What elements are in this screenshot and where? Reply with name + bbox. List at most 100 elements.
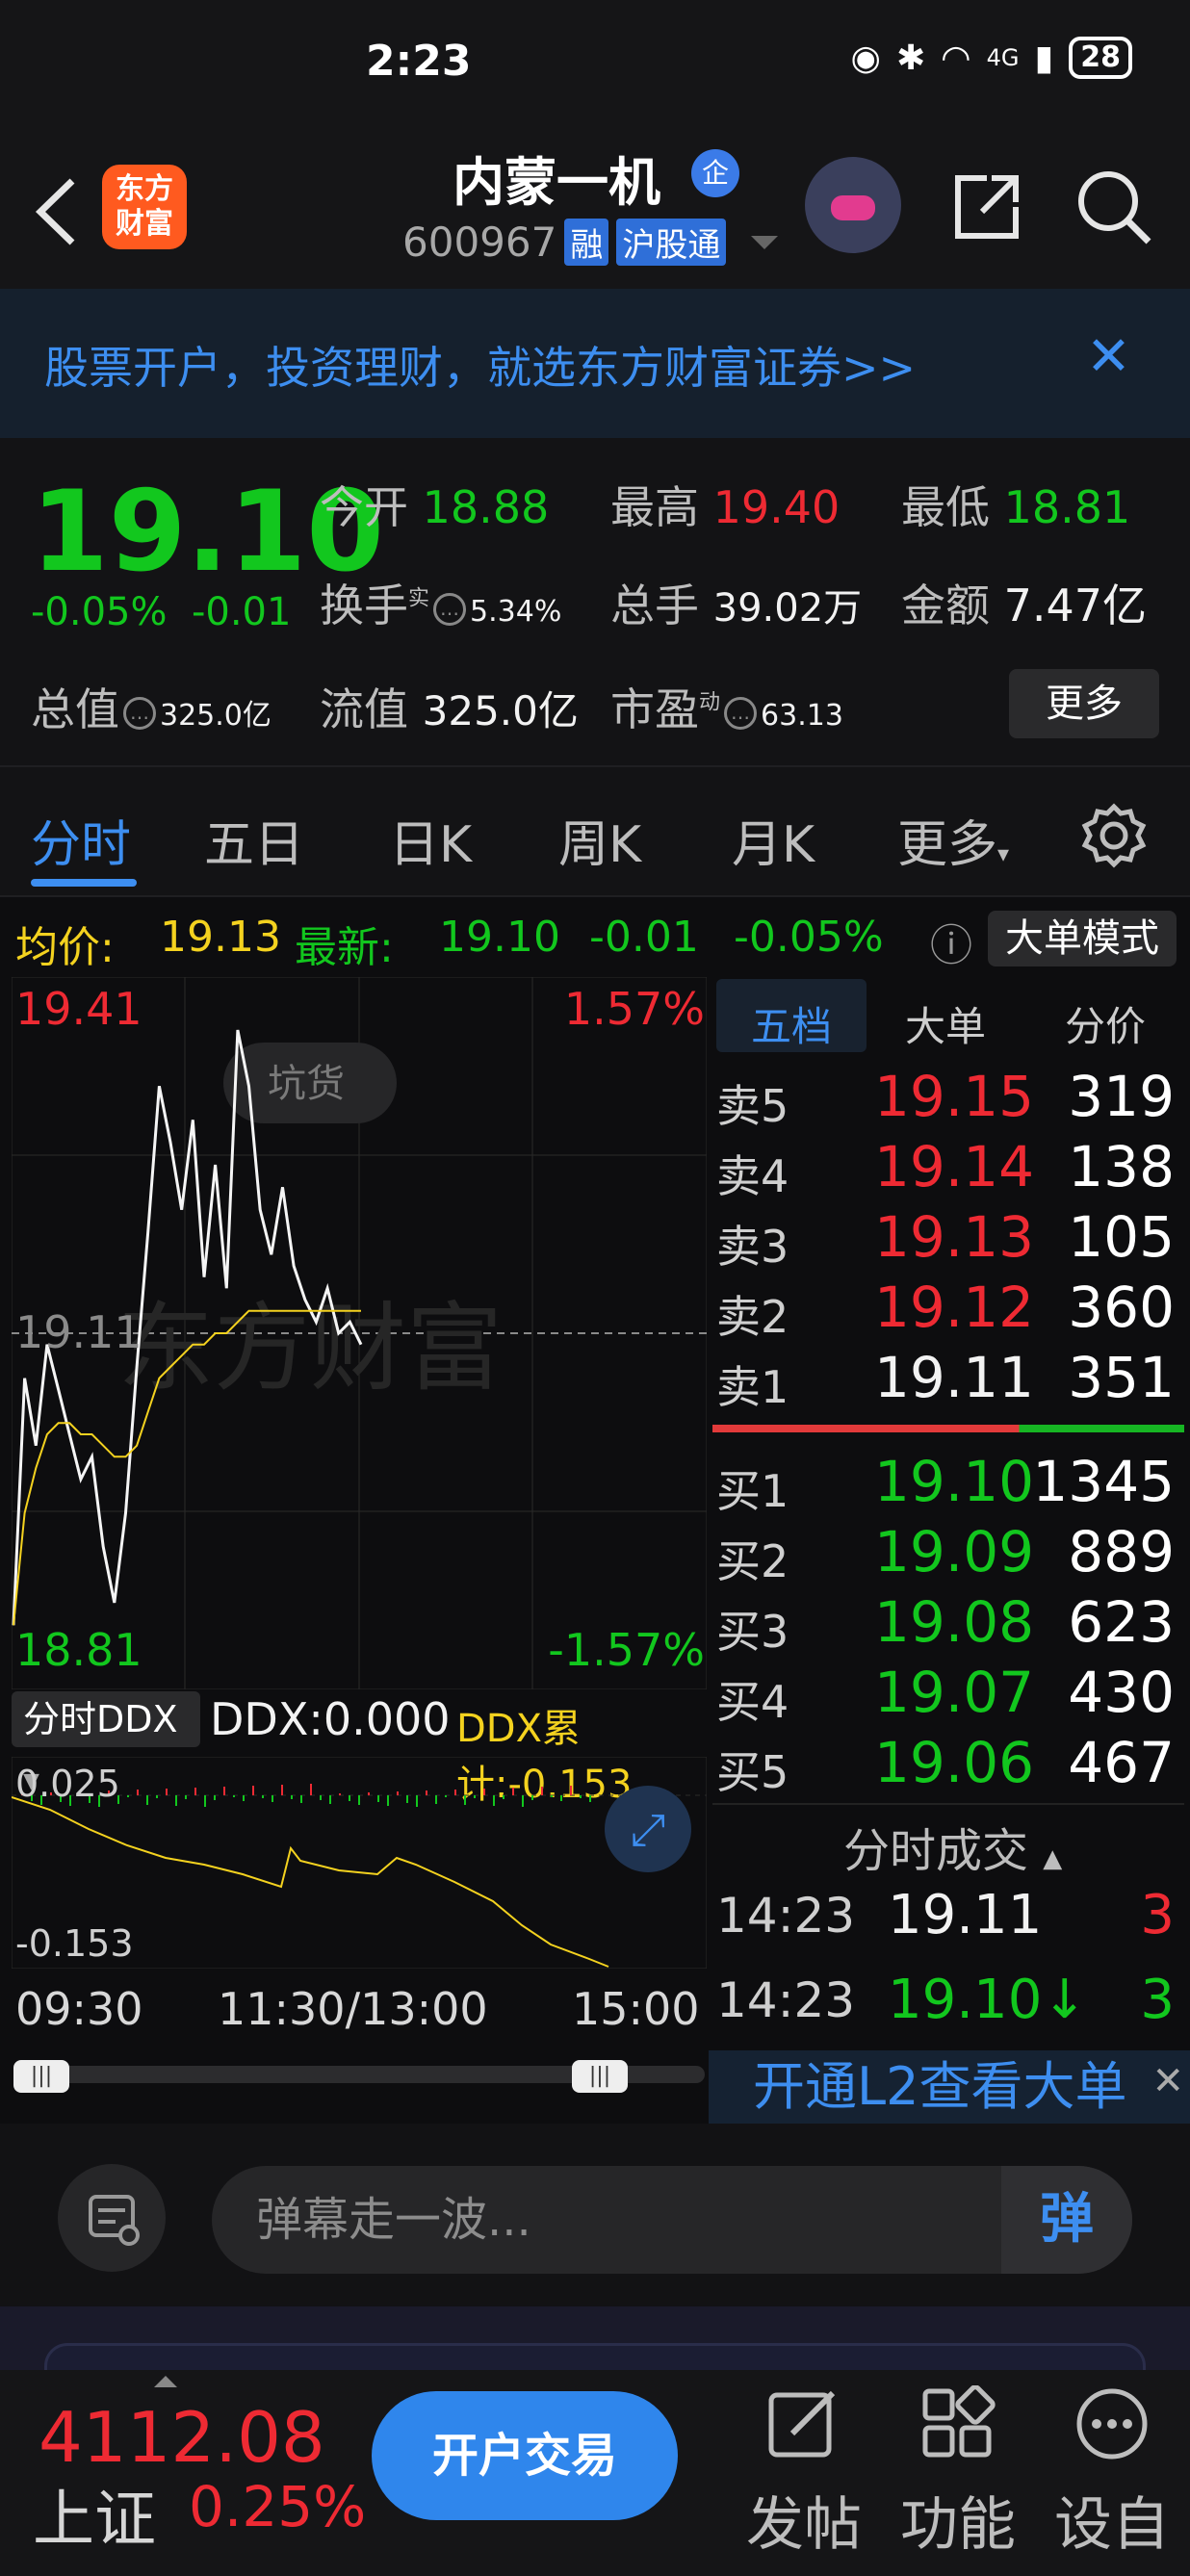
ddx-bar xyxy=(310,1784,312,1795)
ask-row-1[interactable]: 卖1 19.11 351 xyxy=(712,1345,1184,1413)
latest-value: 19.10 xyxy=(439,913,560,962)
big-order-mode-button[interactable]: 大单模式 xyxy=(988,911,1177,966)
stock-code-line[interactable]: 600967 融沪股通 xyxy=(402,219,727,266)
y-axis-mid: 19.11 xyxy=(15,1306,142,1358)
trades-title-label: 分时成交 xyxy=(843,1824,1029,1878)
ddx-bar xyxy=(454,1790,456,1795)
margin-tag: 融 xyxy=(564,219,609,266)
danmaku-send-button[interactable]: 弹 xyxy=(1001,2166,1132,2274)
bid-row-3[interactable]: 买3 19.08 623 xyxy=(712,1589,1184,1658)
promo-banner[interactable]: 股票开户，投资理财，就选东方财富证券>> ✕ xyxy=(0,289,1190,438)
ask-volume: 105 xyxy=(1068,1204,1175,1270)
bid-price: 19.06 xyxy=(874,1730,1035,1795)
close-icon[interactable]: ✕ xyxy=(1151,2045,1184,2118)
amount-label: 金额 xyxy=(901,580,990,631)
ddx-bar xyxy=(233,1795,235,1797)
comment-bubble-text: 坑货 xyxy=(268,1062,345,1106)
ddx-bar xyxy=(329,1795,331,1804)
ddx-bar xyxy=(185,1795,187,1799)
time-label-mid: 11:30/13:00 xyxy=(218,1983,488,2035)
bid-row-5[interactable]: 买5 19.06 467 xyxy=(712,1730,1184,1798)
slider-left-handle[interactable]: ||| xyxy=(13,2060,69,2093)
ddx-bar xyxy=(204,1795,206,1807)
robot-face-icon xyxy=(831,195,875,220)
ddx-y-top: 0.025 xyxy=(15,1763,120,1805)
danmaku-input[interactable]: 弹幕走一波... xyxy=(212,2166,1132,2274)
ask-price: 19.12 xyxy=(874,1275,1035,1340)
tab-5day[interactable]: 五日 xyxy=(204,804,304,876)
caret-up-icon[interactable] xyxy=(154,2376,177,2387)
assistant-avatar[interactable] xyxy=(805,157,901,253)
index-value[interactable]: 4112.08 xyxy=(39,2397,325,2478)
gear-icon[interactable] xyxy=(1080,802,1148,869)
ddx-bar xyxy=(464,1795,466,1805)
tab-big-orders[interactable]: 大单 xyxy=(905,994,986,1053)
ddx-bar xyxy=(127,1795,129,1797)
ask-label: 卖2 xyxy=(716,1291,789,1343)
danmaku-settings-icon[interactable] xyxy=(58,2164,166,2272)
ddx-bar xyxy=(349,1795,350,1801)
trade-button[interactable]: 开户交易 xyxy=(372,2391,678,2520)
functions-button[interactable]: 功能 xyxy=(886,2370,1030,2562)
ddx-bar xyxy=(493,1795,495,1806)
trade-time: 14:23 xyxy=(716,1972,856,2028)
promo-strip xyxy=(0,2306,1190,2401)
ask-row-3[interactable]: 卖3 19.13 105 xyxy=(712,1204,1184,1273)
tab-intraday[interactable]: 分时 xyxy=(31,804,131,876)
pe-value: 63.13 xyxy=(761,699,843,733)
trades-title[interactable]: 分时成交 ▲ xyxy=(843,1813,1062,1880)
bid-volume: 467 xyxy=(1068,1730,1175,1795)
ask-row-5[interactable]: 卖5 19.15 319 xyxy=(712,1064,1184,1132)
avg-value: 19.13 xyxy=(160,913,281,962)
ask-row-4[interactable]: 卖4 19.14 138 xyxy=(712,1134,1184,1202)
l2-promo[interactable]: 开通L2查看大单 ✕ xyxy=(709,2050,1190,2124)
volume-label: 总手 xyxy=(610,580,699,631)
tab-more[interactable]: 更多▾ xyxy=(897,804,1009,876)
settings-button[interactable]: 设自 xyxy=(1040,2370,1184,2562)
functions-label: 功能 xyxy=(900,2491,1016,2559)
chevron-down-icon[interactable] xyxy=(751,236,778,249)
bid-ask-ratio-bar xyxy=(712,1425,1184,1432)
info-icon[interactable]: … xyxy=(724,696,758,730)
ddx-selector[interactable]: 分时DDX ▼ xyxy=(12,1691,200,1793)
post-label: 发帖 xyxy=(746,2491,862,2559)
float-field: 流值 325.0亿 xyxy=(320,675,579,738)
mktcap-field: 总值… 325.0亿 xyxy=(31,675,272,738)
open-value: 18.88 xyxy=(422,481,550,533)
back-icon[interactable] xyxy=(29,173,87,250)
bid-volume: 1345 xyxy=(1032,1449,1175,1514)
tab-monthly-k[interactable]: 月K xyxy=(732,804,815,876)
pe-label: 市盈 xyxy=(610,683,699,735)
bid-label: 买2 xyxy=(716,1535,789,1587)
search-icon[interactable] xyxy=(1074,167,1154,247)
tab-five-levels[interactable]: 五档 xyxy=(751,994,832,1053)
intraday-chart[interactable]: 东方财富 坑货 19.41 1.57% 19.11 18.81 -1.57% xyxy=(11,976,708,1690)
low-field: 最低 18.81 xyxy=(901,473,1130,536)
tab-weekly-k[interactable]: 周K xyxy=(558,804,641,876)
ask-label: 卖4 xyxy=(716,1150,789,1202)
promo-text[interactable]: 股票开户，投资理财，就选东方财富证券>> xyxy=(44,333,916,397)
caret-up-icon: ▲ xyxy=(1043,1844,1063,1873)
bid-row-1[interactable]: 买1 19.10 1345 xyxy=(712,1449,1184,1517)
more-button[interactable]: 更多 xyxy=(1009,669,1159,738)
info-icon[interactable]: … xyxy=(433,592,467,626)
grid-icon xyxy=(922,2384,996,2458)
mktcap-label: 总值 xyxy=(31,683,119,735)
bid-row-4[interactable]: 买4 19.07 430 xyxy=(712,1660,1184,1728)
index-name[interactable]: 上证 xyxy=(33,2470,156,2559)
enterprise-badge: 企 xyxy=(691,149,739,197)
post-button[interactable]: 发帖 xyxy=(732,2370,876,2562)
info-icon[interactable]: … xyxy=(123,696,156,730)
tab-daily-k[interactable]: 日K xyxy=(389,804,472,876)
share-icon[interactable] xyxy=(948,168,1025,245)
eastmoney-logo[interactable]: 东方 财富 xyxy=(102,165,187,249)
ask-price: 19.14 xyxy=(874,1134,1035,1199)
close-icon[interactable]: ✕ xyxy=(1086,325,1131,388)
slider-right-handle[interactable]: ||| xyxy=(572,2060,628,2093)
bid-row-2[interactable]: 买2 19.09 889 xyxy=(712,1519,1184,1587)
expand-icon[interactable]: ⤢ xyxy=(605,1786,691,1872)
tab-price-dist[interactable]: 分价 xyxy=(1065,994,1146,1053)
ask-row-2[interactable]: 卖2 19.12 360 xyxy=(712,1275,1184,1343)
help-icon[interactable]: ⓘ xyxy=(930,911,972,972)
high-field: 最高 19.40 xyxy=(610,473,840,536)
